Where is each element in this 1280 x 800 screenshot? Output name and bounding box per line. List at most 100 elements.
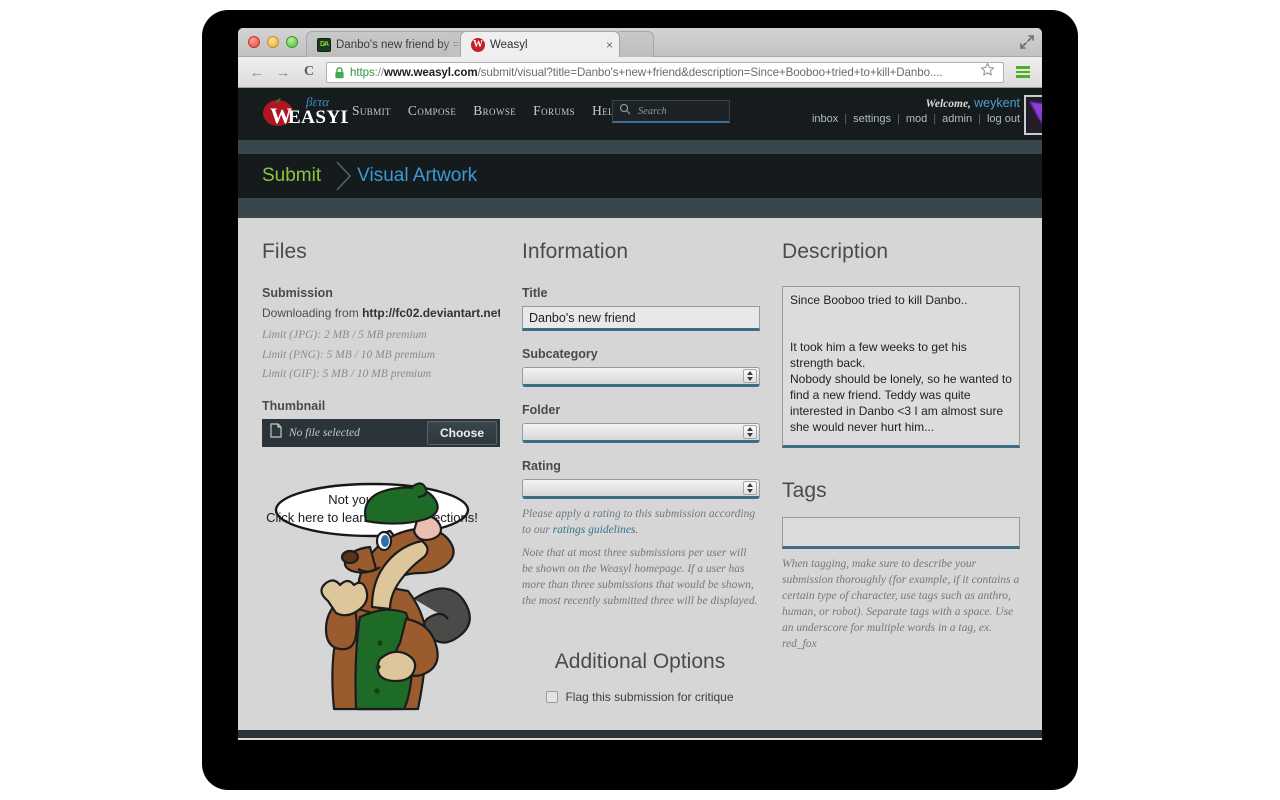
chevron-right-icon bbox=[335, 161, 353, 191]
back-icon[interactable]: ← bbox=[246, 64, 268, 81]
tags-input[interactable] bbox=[782, 517, 1020, 549]
user-area: Welcome, weykent inbox | settings | mod … bbox=[812, 95, 1042, 135]
lock-icon bbox=[334, 66, 345, 79]
folder-label: Folder bbox=[522, 403, 561, 417]
page-bottom-bar bbox=[238, 730, 1042, 738]
site-nav: Submit Compose Browse Forums Help bbox=[352, 103, 619, 119]
divider: | bbox=[897, 113, 900, 125]
limit-png: Limit (PNG): 5 MB / 10 MB premium bbox=[262, 348, 436, 361]
browser-window: DA Danbo's new friend by =lic × W Weasyl… bbox=[238, 28, 1042, 740]
nav-item-compose[interactable]: Compose bbox=[408, 103, 456, 119]
site-header: W EASYL βετα Submit Compose Browse Forum… bbox=[238, 88, 1042, 140]
new-tab-button[interactable] bbox=[614, 31, 654, 57]
nav-item-browse[interactable]: Browse bbox=[473, 103, 516, 119]
avatar[interactable] bbox=[1024, 95, 1042, 135]
rating-label: Rating bbox=[522, 459, 561, 473]
stepper-icon[interactable] bbox=[743, 425, 757, 439]
subcategory-label: Subcategory bbox=[522, 347, 598, 361]
folder-select[interactable] bbox=[522, 423, 760, 443]
description-column: Description Since Booboo tried to kill D… bbox=[782, 240, 1020, 653]
critique-row[interactable]: Flag this submission for critique bbox=[238, 690, 1042, 704]
welcome-label: Welcome, bbox=[925, 98, 971, 110]
browser-tab-weasyl[interactable]: W Weasyl × bbox=[460, 31, 620, 57]
description-textarea[interactable]: Since Booboo tried to kill Danbo.. It to… bbox=[782, 286, 1020, 448]
minimize-window-button[interactable] bbox=[267, 36, 279, 48]
tab-title: Danbo's new friend by =lic bbox=[336, 38, 464, 51]
user-link-logout[interactable]: log out bbox=[987, 113, 1020, 125]
information-column: Information Title Subcategory Folder bbox=[522, 240, 760, 610]
browser-menu-icon[interactable] bbox=[1012, 66, 1034, 78]
beta-badge: βετα bbox=[306, 94, 330, 109]
bookmark-star-icon[interactable] bbox=[976, 62, 999, 82]
header-band-top bbox=[238, 140, 1042, 154]
tags-help: When tagging, make sure to describe your… bbox=[782, 558, 1020, 651]
search-input[interactable] bbox=[636, 104, 723, 118]
nav-item-forums[interactable]: Forums bbox=[533, 103, 575, 119]
browser-tab-deviantart[interactable]: DA Danbo's new friend by =lic × bbox=[306, 31, 486, 57]
window-controls bbox=[248, 36, 298, 48]
rating-select[interactable] bbox=[522, 479, 760, 499]
downloading-status: Downloading from http://fc02.deviantart.… bbox=[262, 306, 500, 320]
divider: | bbox=[933, 113, 937, 125]
deviantart-icon: DA bbox=[317, 37, 331, 52]
user-link-settings[interactable]: settings bbox=[853, 113, 891, 125]
submission-form: Files Submission Downloading from http:/… bbox=[238, 218, 1042, 738]
choose-file-button[interactable]: Choose bbox=[426, 420, 497, 445]
header-band-bottom bbox=[238, 198, 1042, 218]
url-text: https://www.weasyl.com/submit/visual?tit… bbox=[350, 65, 943, 79]
browser-tab-strip: DA Danbo's new friend by =lic × W Weasyl… bbox=[238, 28, 1042, 57]
forward-icon[interactable]: → bbox=[272, 64, 294, 81]
welcome-line: Welcome, weykent bbox=[812, 96, 1020, 110]
weasyl-icon: W bbox=[471, 37, 485, 52]
additional-options-heading: Additional Options bbox=[554, 650, 726, 673]
close-tab-icon[interactable]: × bbox=[602, 38, 613, 52]
tab-title: Weasyl bbox=[490, 38, 528, 51]
fullscreen-icon[interactable] bbox=[1020, 35, 1034, 49]
rating-note: Please apply a rating to this submission… bbox=[522, 506, 760, 538]
description-heading: Description bbox=[782, 240, 889, 263]
breadcrumb-current: Visual Artwork bbox=[357, 165, 478, 186]
subcategory-select[interactable] bbox=[522, 367, 760, 387]
user-links: inbox | settings | mod | admin | log out bbox=[812, 113, 1020, 125]
stepper-icon[interactable] bbox=[743, 369, 757, 383]
user-link-mod[interactable]: mod bbox=[906, 113, 927, 125]
critique-checkbox[interactable] bbox=[546, 691, 559, 703]
breadcrumb: Submit Visual Artwork bbox=[238, 154, 1042, 198]
tags-heading: Tags bbox=[782, 479, 827, 502]
rating-note-period: . bbox=[635, 524, 639, 537]
maximize-window-button[interactable] bbox=[286, 36, 298, 48]
address-bar[interactable]: https://www.weasyl.com/submit/visual?tit… bbox=[326, 61, 1004, 83]
breadcrumb-parent[interactable]: Submit bbox=[262, 165, 321, 187]
user-link-admin[interactable]: admin bbox=[942, 113, 972, 125]
files-heading: Files bbox=[262, 240, 307, 263]
browser-toolbar: ← → C https://www.weasyl.com/submit/visu… bbox=[238, 57, 1042, 88]
submission-label: Submission bbox=[262, 286, 333, 300]
downloading-prefix: Downloading from bbox=[262, 306, 359, 320]
ratings-guidelines-link[interactable]: ratings guidelines bbox=[553, 524, 636, 536]
close-window-button[interactable] bbox=[248, 36, 260, 48]
limit-gif: Limit (GIF): 5 MB / 10 MB premium bbox=[262, 368, 432, 381]
document-icon bbox=[270, 422, 282, 443]
search-icon bbox=[619, 102, 631, 120]
svg-text:EASYL: EASYL bbox=[288, 107, 348, 128]
page-viewport: W EASYL βετα Submit Compose Browse Forum… bbox=[238, 88, 1042, 738]
thumbnail-file-picker[interactable]: No file selected Choose bbox=[262, 418, 500, 447]
limit-jpg: Limit (JPG): 2 MB / 5 MB premium bbox=[262, 329, 427, 341]
information-heading: Information bbox=[522, 240, 629, 263]
divider: | bbox=[844, 113, 848, 125]
title-label: Title bbox=[522, 286, 548, 300]
divider: | bbox=[978, 113, 981, 125]
additional-options: Additional Options Flag this submission … bbox=[238, 650, 1042, 704]
no-file-selected-text: No file selected bbox=[289, 426, 360, 439]
title-input[interactable] bbox=[522, 306, 760, 331]
site-search[interactable] bbox=[612, 100, 730, 123]
homepage-note: Note that at most three submissions per … bbox=[522, 547, 758, 608]
nav-item-submit[interactable]: Submit bbox=[352, 103, 391, 119]
critique-label: Flag this submission for critique bbox=[565, 690, 734, 704]
weasyl-logo[interactable]: W EASYL βετα bbox=[262, 94, 353, 132]
thumbnail-label: Thumbnail bbox=[262, 398, 326, 413]
stepper-icon[interactable] bbox=[743, 481, 757, 495]
reload-icon[interactable]: C bbox=[298, 64, 320, 80]
user-link-inbox[interactable]: inbox bbox=[812, 113, 838, 125]
username-link[interactable]: weykent bbox=[974, 96, 1020, 110]
